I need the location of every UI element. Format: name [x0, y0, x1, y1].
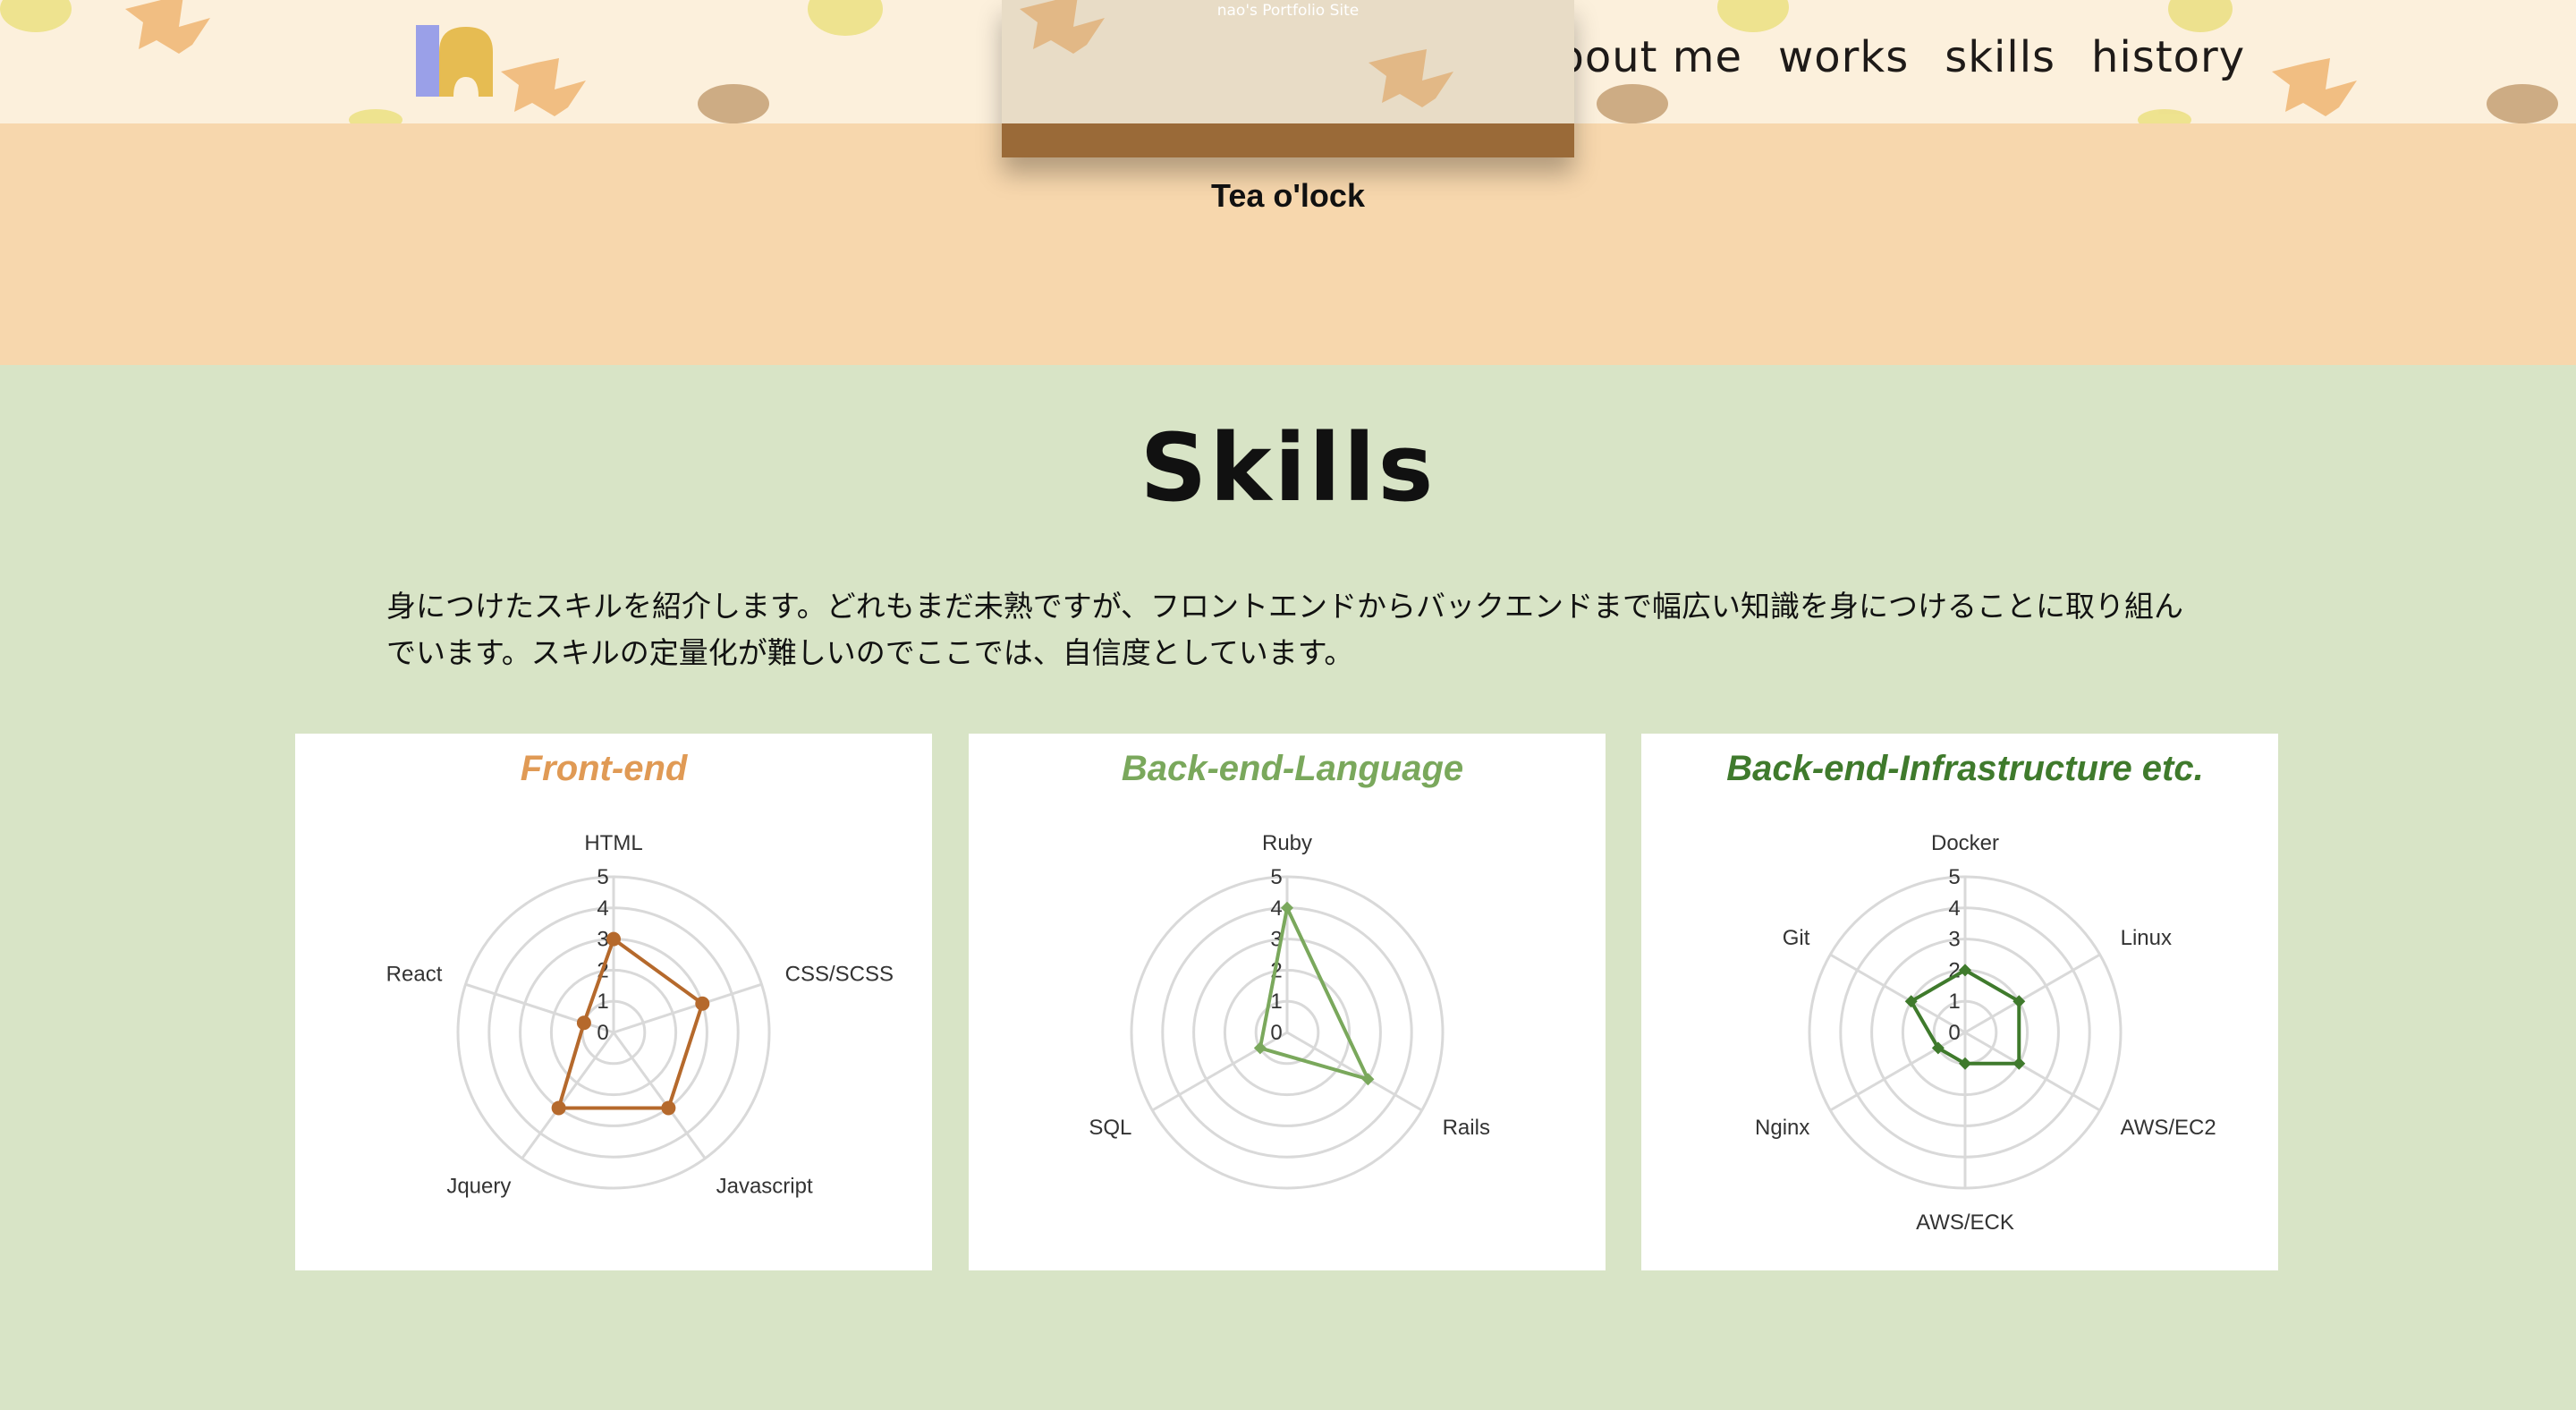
- tick-label: 1: [597, 990, 608, 1014]
- chart-title: Front-end: [521, 749, 689, 788]
- tick-label: 4: [597, 896, 608, 921]
- nav-skills[interactable]: skills: [1945, 32, 2055, 82]
- grid-spoke: [465, 982, 614, 1034]
- data-point: [661, 1100, 676, 1116]
- work-title[interactable]: Tea o'lock: [1002, 177, 1574, 215]
- radar-chart-frontend: Front-end HTML CSS/SCSS Javascript Jquery Rea…: [386, 749, 894, 1199]
- chart-card-backend-language: Back-end-Language Ruby Rails SQL 0 1 2 3 4 5: [969, 734, 1606, 1270]
- data-point: [551, 1100, 566, 1116]
- radar-chart-backend-language: Back-end-LanguageRubyRailsSQL012345: [1089, 749, 1490, 1190]
- tick-label: 5: [1948, 865, 1960, 889]
- skills-description: 身につけたスキルを紹介します。どれもまだ未熟ですが、フロントエンドからバックエン…: [386, 589, 2184, 670]
- tick-label: 5: [1270, 865, 1282, 889]
- axis-label: AWS/EC2: [2121, 1116, 2216, 1140]
- data-point: [576, 1015, 591, 1031]
- tick-label: 4: [1270, 896, 1282, 921]
- skills-heading: Skills: [1140, 413, 1436, 522]
- axis-label: SQL: [1089, 1116, 1131, 1140]
- tick-label: 1: [1948, 990, 1960, 1014]
- axis-label: Javascript: [716, 1175, 813, 1199]
- axis-label: HTML: [584, 831, 642, 855]
- chart-title: Back-end-Language: [1122, 749, 1463, 788]
- tick-label: 0: [597, 1021, 608, 1045]
- tick-label: 0: [1270, 1021, 1282, 1045]
- axis-label: Linux: [2121, 926, 2172, 950]
- axis-label: AWS/ECK: [1916, 1210, 2014, 1235]
- tick-label: 0: [1948, 1021, 1960, 1045]
- thumbnail-bar: [1002, 123, 1574, 157]
- axis-label: Docker: [1931, 831, 1999, 855]
- nav-works[interactable]: works: [1778, 32, 1909, 82]
- chart-card-frontend: Front-end HTML CSS/SCSS Javascript Jquery Rea…: [295, 734, 932, 1270]
- chart-title: Back-end-Infrastructure etc.: [1726, 749, 2203, 788]
- axis-label: Nginx: [1755, 1116, 1809, 1140]
- axis-label: React: [386, 962, 443, 986]
- tick-label: 4: [1948, 896, 1960, 921]
- axis-label: CSS/SCSS: [785, 962, 894, 986]
- main-nav: about me works skills history: [1530, 32, 2245, 82]
- axis-label: Git: [1783, 926, 1810, 950]
- tick-label: 3: [1948, 928, 1960, 952]
- data-point: [1361, 1073, 1375, 1086]
- axis-label: Rails: [1443, 1116, 1490, 1140]
- work-thumbnail[interactable]: nao's Portfolio Site: [1002, 0, 1574, 157]
- nav-history[interactable]: history: [2091, 32, 2245, 82]
- data-point: [1281, 901, 1293, 914]
- works-section: [0, 123, 2576, 365]
- radar-chart-backend-infrastructure: Back-end-Infrastructure etc. Docker Linux A…: [1726, 749, 2216, 1235]
- grid-spoke: [612, 1032, 707, 1159]
- data-point: [606, 931, 621, 947]
- axis-label: Ruby: [1262, 831, 1312, 855]
- chart-card-backend-infrastructure: Back-end-Infrastructure etc. Docker Linux A…: [1641, 734, 2278, 1270]
- axis-label: Jquery: [446, 1175, 511, 1199]
- site-logo[interactable]: [416, 25, 495, 97]
- tick-label: 5: [597, 865, 608, 889]
- data-point: [695, 996, 710, 1011]
- grid-spoke: [521, 1032, 615, 1159]
- thumbnail-subtitle: nao's Portfolio Site: [1216, 2, 1360, 20]
